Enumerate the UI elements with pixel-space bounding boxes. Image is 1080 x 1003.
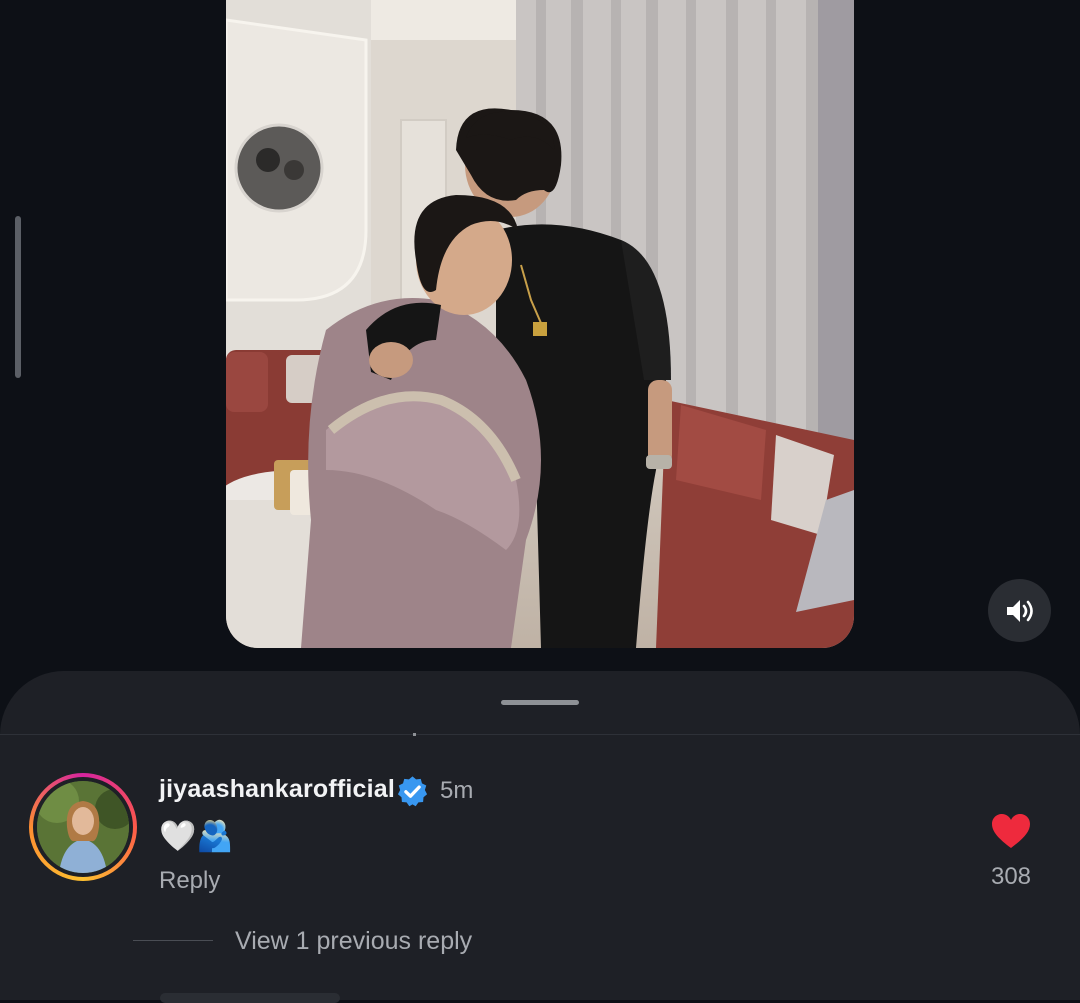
sound-toggle-button[interactable] xyxy=(988,579,1051,642)
avatar[interactable] xyxy=(37,781,129,873)
speaker-volume-icon xyxy=(1006,599,1033,622)
story-ring[interactable] xyxy=(29,773,137,881)
next-comment-placeholder xyxy=(160,993,340,1003)
reel-video[interactable] xyxy=(226,0,854,648)
comment-text: 🤍🫂 xyxy=(159,819,234,854)
reel-video-frame xyxy=(226,0,854,648)
scroll-indicator[interactable] xyxy=(15,216,21,378)
heart-filled-icon[interactable] xyxy=(991,813,1031,849)
divider-mark xyxy=(413,733,416,736)
drag-handle[interactable] xyxy=(501,700,579,705)
comment-username[interactable]: jiyaashankarofficial xyxy=(159,775,395,804)
comment-timestamp: 5m xyxy=(440,777,474,804)
reply-button[interactable]: Reply xyxy=(159,867,220,895)
replies-connector xyxy=(133,940,213,941)
comments-sheet: jiyaashankarofficial 5m 🤍🫂 Reply 308 Vie… xyxy=(0,671,1080,1003)
verified-badge-icon xyxy=(397,776,428,807)
like-count: 308 xyxy=(990,863,1032,890)
view-replies-button[interactable]: View 1 previous reply xyxy=(235,927,472,956)
sheet-divider xyxy=(0,734,1080,735)
avatar-photo xyxy=(37,781,129,873)
